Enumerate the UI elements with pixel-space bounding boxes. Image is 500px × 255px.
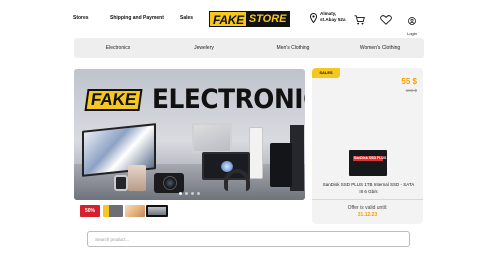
- offer-card[interactable]: SALES 55 $ 109 $ SanDisk SSD PLUS Offer …: [312, 68, 423, 224]
- offer-old-price: 109 $: [405, 88, 417, 93]
- logo-fake-text: FAKE: [209, 11, 247, 27]
- offer-price: 55 $: [401, 77, 417, 86]
- logo-store-text: STORE: [246, 11, 290, 27]
- slide-dot[interactable]: [185, 192, 188, 195]
- nav-link-shipping-payment[interactable]: Shipping and Payment: [110, 15, 164, 21]
- banner-fake-badge: FAKE: [84, 89, 143, 111]
- camera-image: [154, 173, 184, 193]
- slide-dot[interactable]: [191, 192, 194, 195]
- product-image: SanDisk SSD PLUS: [349, 150, 387, 176]
- camera-lens: [163, 176, 177, 190]
- login-label: Login: [407, 31, 417, 36]
- login-button[interactable]: Login: [405, 12, 419, 36]
- user-icon: [408, 12, 416, 29]
- banner-headline: ELECTRONICS: [152, 84, 305, 115]
- offer-product-name[interactable]: SanDisk SSD PLUS 1TB Internal SSD - SATA…: [321, 181, 416, 195]
- headphones-image: [224, 169, 250, 191]
- location-selector[interactable]: Almaty, st.Abay 52a: [309, 10, 346, 28]
- banner-thumbnail-1[interactable]: 50%: [80, 205, 100, 217]
- smartwatch-image: [114, 175, 128, 191]
- nav-link-sales[interactable]: Sales: [180, 15, 193, 21]
- location-street: st.Abay 52a: [320, 17, 346, 22]
- console-image: [249, 127, 263, 179]
- offer-divider: [312, 199, 423, 200]
- banner-thumbnail-3[interactable]: [125, 205, 145, 217]
- heart-icon[interactable]: [380, 12, 392, 30]
- xbox-image: [270, 143, 292, 187]
- search-input[interactable]: [87, 231, 410, 247]
- hero-banner[interactable]: FAKE ELECTRONICS: [74, 69, 305, 200]
- category-womens-clothing[interactable]: Women's Clothing: [360, 45, 400, 51]
- cart-icon[interactable]: [354, 12, 365, 30]
- category-jewelery[interactable]: Jewelery: [194, 45, 214, 51]
- product-image-text: SanDisk SSD PLUS: [354, 156, 387, 160]
- category-electronics[interactable]: Electronics: [106, 45, 130, 51]
- slide-dot[interactable]: [179, 192, 182, 195]
- pc-tower-image: [290, 125, 304, 191]
- sales-badge: SALES: [312, 68, 340, 78]
- offer-valid-label: Offer is valid until:: [347, 205, 388, 211]
- monitor-image: [192, 123, 232, 153]
- category-bar: Electronics Jewelery Men's Clothing Wome…: [74, 38, 424, 58]
- slide-dot[interactable]: [197, 192, 200, 195]
- phone-image: [128, 165, 146, 191]
- banner-thumbnail-4[interactable]: [146, 205, 168, 217]
- banner-thumbnail-2[interactable]: [103, 205, 123, 217]
- slide-indicator: [74, 192, 305, 195]
- site-header: Stores Shipping and Payment Sales FAKE S…: [0, 0, 500, 38]
- nav-link-stores[interactable]: Stores: [73, 15, 89, 21]
- site-logo[interactable]: FAKE STORE: [209, 11, 290, 27]
- location-pin-icon: [309, 10, 318, 28]
- offer-valid-date: 31.12.23: [357, 212, 378, 218]
- location-text: Almaty, st.Abay 52a: [320, 11, 346, 23]
- category-mens-clothing[interactable]: Men's Clothing: [277, 45, 310, 51]
